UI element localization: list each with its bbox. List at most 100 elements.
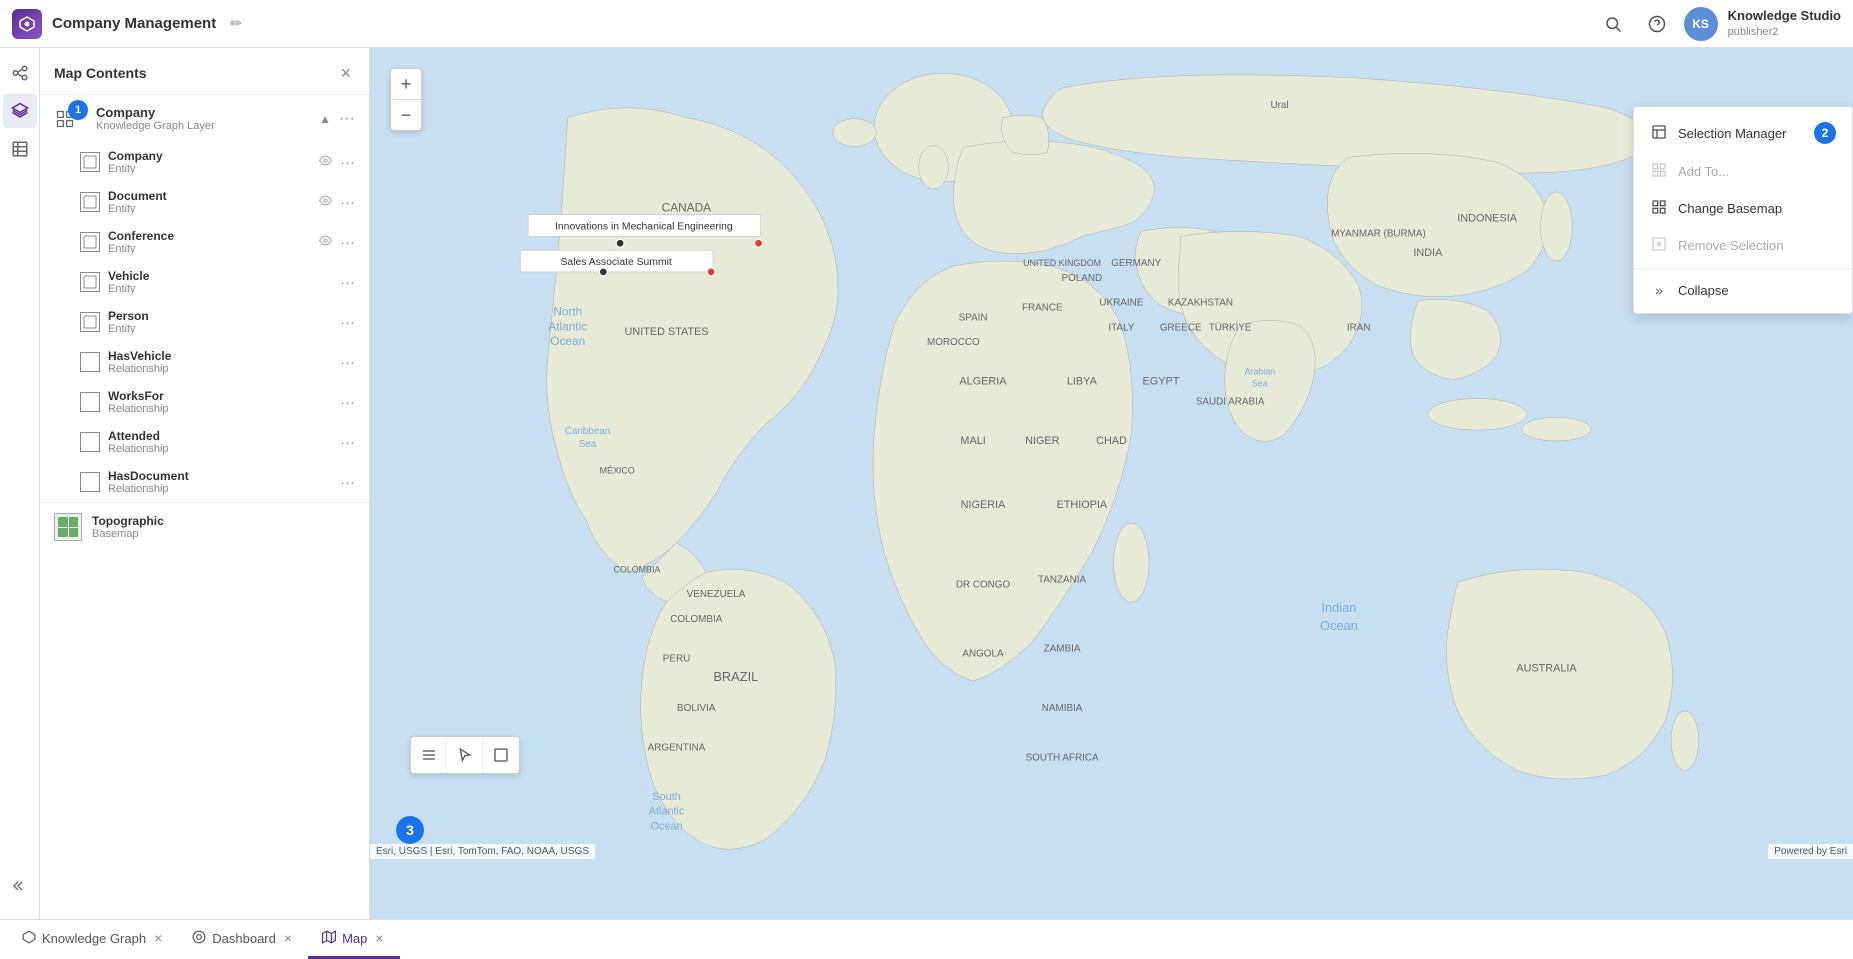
layer-icon [80, 232, 100, 252]
map-attribution: Esri, USGS | Esri, TomTom, FAO, NOAA, US… [370, 844, 595, 859]
map-toolbar [410, 736, 520, 774]
layer-group-more-button[interactable]: ··· [339, 110, 355, 128]
panel-header: Map Contents × [40, 48, 369, 95]
layer-info: Attended Relationship [108, 429, 332, 455]
map-select-button[interactable] [447, 737, 483, 773]
zoom-out-button[interactable]: − [391, 100, 421, 130]
dropdown-collapse[interactable]: » Collapse [1634, 273, 1852, 307]
sidebar-layers-btn[interactable] [3, 94, 37, 128]
svg-text:MYANMAR (BURMA): MYANMAR (BURMA) [1331, 228, 1426, 239]
dashboard-tab-icon [192, 930, 206, 947]
map-attribution-right: Powered by Esri [1768, 844, 1853, 859]
layer-item-person[interactable]: Person Entity ··· [40, 302, 369, 342]
layer-group-info: Company Knowledge Graph Layer [96, 105, 311, 132]
layer-more-button[interactable]: ··· [340, 354, 355, 371]
layer-info: Company Entity [108, 149, 311, 175]
panel-close-button[interactable]: × [336, 62, 355, 84]
dropdown-change-basemap-label: Change Basemap [1678, 201, 1782, 216]
svg-text:ITALY: ITALY [1108, 322, 1134, 333]
sidebar-collapse-btn[interactable] [3, 869, 37, 903]
layer-item-hasvehicle[interactable]: HasVehicle Relationship ··· [40, 342, 369, 382]
layer-item-hasdocument[interactable]: HasDocument Relationship ··· [40, 462, 369, 502]
zoom-in-button[interactable]: + [391, 69, 421, 99]
svg-text:ALGERIA: ALGERIA [959, 376, 1007, 388]
map-rectangle-button[interactable] [483, 737, 519, 773]
user-info: Knowledge Studio publisher2 [1728, 8, 1841, 39]
layer-more-button[interactable]: ··· [340, 154, 355, 171]
tab-map[interactable]: Map × [308, 920, 399, 959]
user-name: Knowledge Studio [1728, 8, 1841, 25]
remove-selection-icon [1650, 236, 1668, 255]
layer-more-button[interactable]: ··· [340, 234, 355, 251]
basemap-item[interactable]: Topographic Basemap [40, 503, 369, 551]
add-to-icon [1650, 162, 1668, 181]
dropdown-collapse-label: Collapse [1678, 283, 1729, 298]
svg-text:ZAMBIA: ZAMBIA [1044, 644, 1081, 655]
layer-item-company[interactable]: Company Entity ··· [40, 142, 369, 182]
panel-title: Map Contents [54, 65, 147, 81]
svg-text:ARGENTINA: ARGENTINA [648, 742, 706, 753]
basemap-type: Basemap [92, 528, 355, 540]
svg-text:South: South [652, 791, 680, 803]
svg-text:BOLIVIA: BOLIVIA [677, 703, 716, 714]
svg-text:SAUDI ARABIA: SAUDI ARABIA [1196, 396, 1265, 407]
map-area[interactable]: CANADA UNITED STATES BRAZIL COLOMBIA ARG… [370, 48, 1853, 919]
layer-more-button[interactable]: ··· [340, 194, 355, 211]
help-button[interactable] [1640, 7, 1674, 41]
layer-visibility-toggle[interactable] [319, 194, 332, 210]
layer-icon [80, 392, 100, 412]
tab-map-close[interactable]: × [373, 931, 385, 945]
layer-more-button[interactable]: ··· [340, 274, 355, 291]
user-avatar[interactable]: KS [1684, 7, 1718, 41]
layer-item-worksfor[interactable]: WorksFor Relationship ··· [40, 382, 369, 422]
layer-icon [80, 272, 100, 292]
app-logo [12, 9, 42, 39]
layer-item-conference[interactable]: Conference Entity ··· [40, 222, 369, 262]
svg-text:UNITED KINGDOM: UNITED KINGDOM [1023, 258, 1101, 268]
svg-text:Caribbean: Caribbean [565, 426, 611, 437]
layer-item-document[interactable]: Document Entity ··· [40, 182, 369, 222]
layer-more-button[interactable]: ··· [340, 314, 355, 331]
svg-text:Ocean: Ocean [550, 334, 585, 348]
layer-visibility-toggle[interactable] [319, 234, 332, 250]
selection-manager-icon [1650, 124, 1668, 143]
layer-info: Conference Entity [108, 229, 311, 255]
sidebar-connections-btn[interactable] [3, 56, 37, 90]
svg-text:Ocean: Ocean [1320, 618, 1358, 633]
tab-knowledge-graph-close[interactable]: × [152, 931, 164, 945]
svg-text:Sea: Sea [1252, 379, 1268, 389]
layer-more-button[interactable]: ··· [340, 434, 355, 451]
svg-text:UKRAINE: UKRAINE [1099, 298, 1143, 309]
layer-visibility-toggle[interactable] [319, 154, 332, 170]
tab-knowledge-graph[interactable]: Knowledge Graph × [8, 920, 178, 959]
svg-text:TÜRKİYE: TÜRKİYE [1209, 322, 1252, 333]
layer-icon [80, 352, 100, 372]
map-list-button[interactable] [411, 737, 447, 773]
layer-group-header[interactable]: 1 Company Knowledge Graph Layer ▲ ··· [40, 95, 369, 142]
layer-group-company: 1 Company Knowledge Graph Layer ▲ ··· [40, 95, 369, 503]
dropdown-change-basemap[interactable]: Change Basemap [1634, 190, 1852, 227]
sidebar-table-btn[interactable] [3, 132, 37, 166]
search-button[interactable] [1596, 7, 1630, 41]
map-contents-panel: Map Contents × 1 [40, 48, 370, 919]
tab-dashboard[interactable]: Dashboard × [178, 920, 308, 959]
tab-dashboard-close[interactable]: × [282, 931, 294, 945]
right-menu-badge: 2 [1814, 122, 1836, 144]
map-zoom-controls: + − [390, 68, 422, 131]
svg-text:MALI: MALI [960, 435, 985, 447]
layer-info: WorksFor Relationship [108, 389, 332, 415]
edit-title-icon[interactable]: ✏ [230, 15, 242, 32]
layer-item-vehicle[interactable]: Vehicle Entity ··· [40, 262, 369, 302]
svg-text:BRAZIL: BRAZIL [713, 669, 758, 684]
layer-item-attended[interactable]: Attended Relationship ··· [40, 422, 369, 462]
layer-more-button[interactable]: ··· [340, 394, 355, 411]
svg-text:UNITED STATES: UNITED STATES [625, 326, 709, 338]
svg-text:EGYPT: EGYPT [1143, 376, 1180, 388]
basemap-info: Topographic Basemap [92, 514, 355, 540]
svg-text:PERU: PERU [663, 653, 690, 664]
layer-info: Vehicle Entity [108, 269, 332, 295]
dropdown-selection-manager[interactable]: Selection Manager 2 [1634, 113, 1852, 153]
layer-more-button[interactable]: ··· [340, 474, 355, 491]
toolbar-badge: 3 [396, 816, 424, 844]
svg-text:Ocean: Ocean [651, 821, 683, 833]
